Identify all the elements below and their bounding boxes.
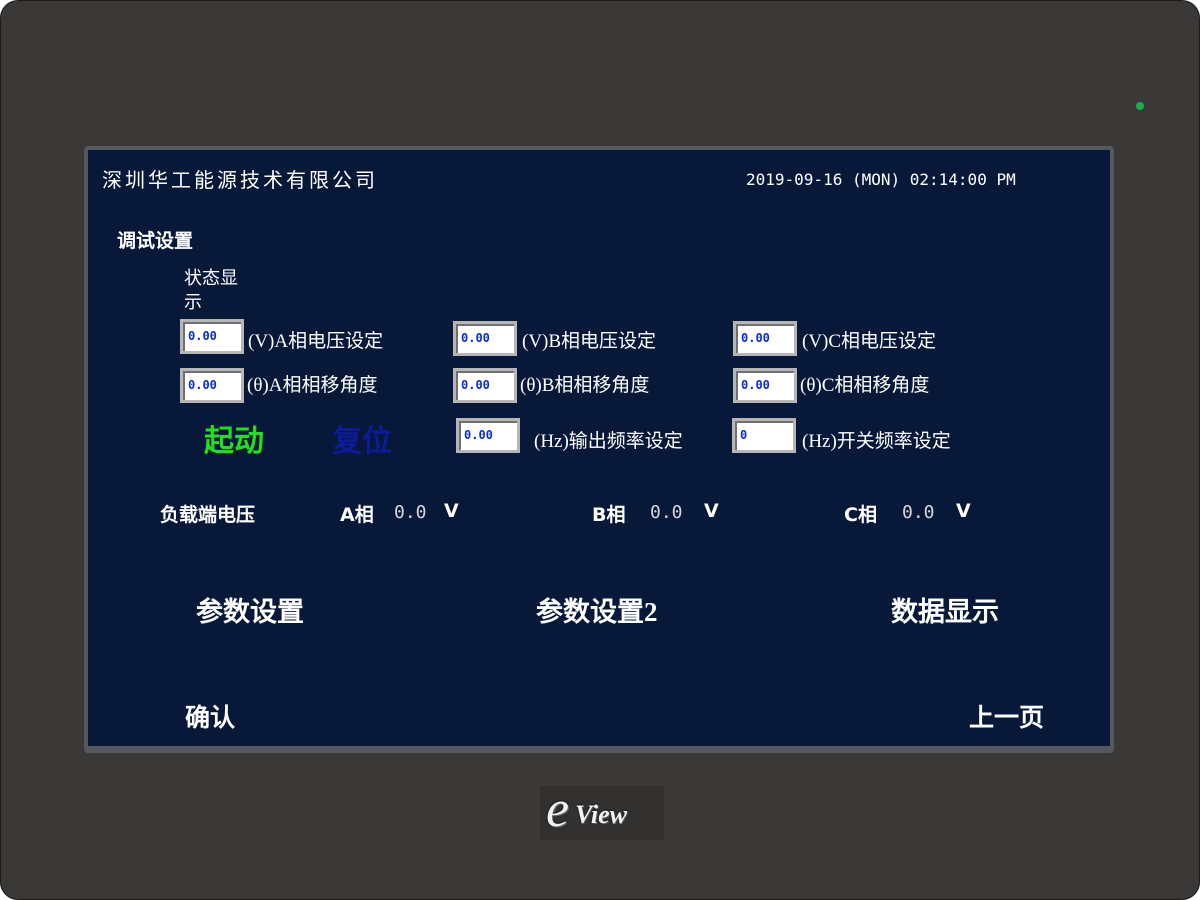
a-voltage-input[interactable]: 0.00 xyxy=(180,319,244,354)
eview-logo-text: View xyxy=(575,800,628,829)
output-frequency-input[interactable]: 0.00 xyxy=(456,418,520,453)
eview-logo-letter: e xyxy=(546,781,570,838)
reset-button[interactable]: 复位 xyxy=(332,416,392,460)
page-title: 调试设置 xyxy=(117,230,194,252)
prev-page-button[interactable]: 上一页 xyxy=(969,698,1044,734)
status-display-label: 状态显示 xyxy=(184,268,238,313)
b-voltage-label: (V)B相电压设定 xyxy=(522,331,657,352)
phase-a-unit: V xyxy=(444,500,459,522)
a-phase-input[interactable]: 0.00 xyxy=(180,368,244,403)
a-voltage-label: (V)A相电压设定 xyxy=(248,331,384,352)
b-phase-input[interactable]: 0.00 xyxy=(453,368,517,403)
phase-c-unit: V xyxy=(956,500,971,522)
phase-c-voltage-value: 0.0 xyxy=(902,502,935,523)
b-phase-label: (θ)B相相移角度 xyxy=(520,375,650,396)
start-button[interactable]: 起动 xyxy=(204,416,264,460)
c-phase-label: (θ)C相相移角度 xyxy=(800,375,930,396)
param-settings-button[interactable]: 参数设置 xyxy=(196,590,304,629)
phase-b-unit: V xyxy=(704,500,719,522)
phase-a-voltage-value: 0.0 xyxy=(394,502,427,523)
c-voltage-input[interactable]: 0.00 xyxy=(733,321,797,356)
company-name: 深圳华工能源技术有限公司 xyxy=(102,168,378,192)
a-phase-label: (θ)A相相移角度 xyxy=(247,375,378,396)
eview-logo: e View xyxy=(540,781,664,840)
datetime-display: 2019-09-16 (MON) 02:14:00 PM xyxy=(746,170,1016,189)
phase-b-label: B相 xyxy=(592,504,626,526)
c-phase-input[interactable]: 0.00 xyxy=(733,368,797,403)
load-voltage-title: 负载端电压 xyxy=(160,504,256,526)
phase-a-label: A相 xyxy=(340,504,374,526)
power-led-icon xyxy=(1136,102,1144,110)
phase-b-voltage-value: 0.0 xyxy=(650,502,683,523)
confirm-button[interactable]: 确认 xyxy=(185,698,235,734)
data-display-button[interactable]: 数据显示 xyxy=(891,590,999,629)
param-settings-2-button[interactable]: 参数设置2 xyxy=(536,590,658,629)
b-voltage-input[interactable]: 0.00 xyxy=(453,321,517,356)
switch-frequency-label: (Hz)开关频率设定 xyxy=(802,431,951,452)
phase-c-label: C相 xyxy=(844,504,877,526)
hmi-screen: 深圳华工能源技术有限公司 2019-09-16 (MON) 02:14:00 P… xyxy=(88,150,1110,746)
output-frequency-label: (Hz)输出频率设定 xyxy=(534,431,683,452)
c-voltage-label: (V)C相电压设定 xyxy=(802,331,937,352)
switch-frequency-input[interactable]: 0 xyxy=(732,418,796,453)
